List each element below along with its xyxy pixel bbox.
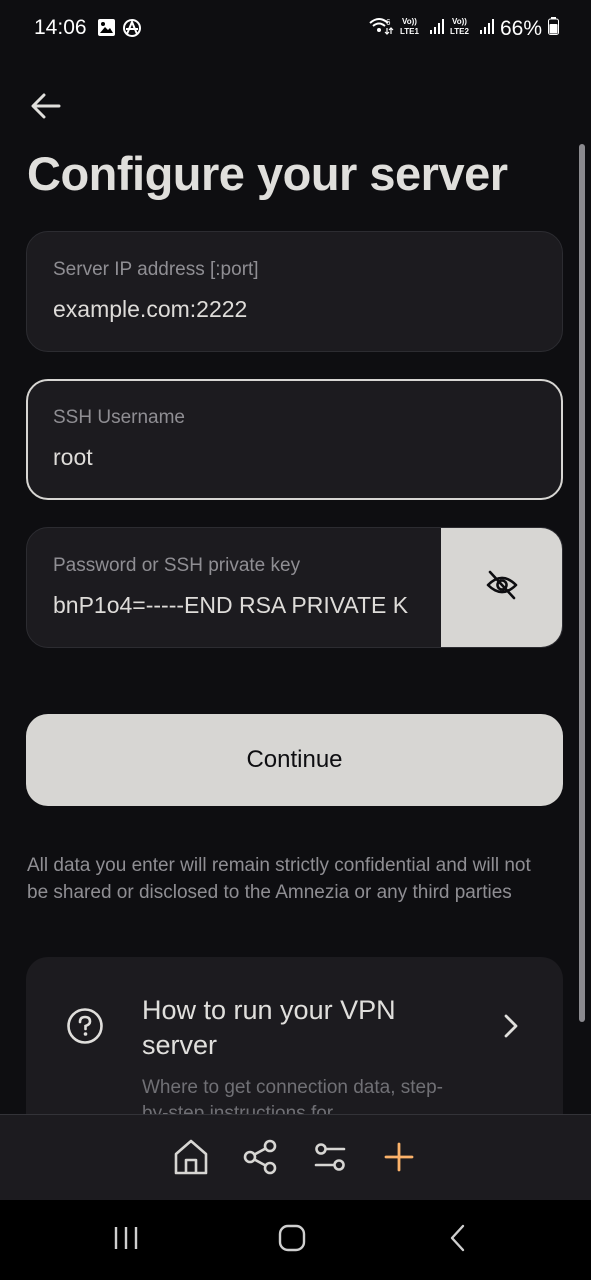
ssh-username-field[interactable]: SSH Username root	[26, 379, 563, 500]
tab-share[interactable]	[240, 1139, 280, 1179]
svg-text:Vo)): Vo))	[402, 17, 417, 26]
back-nav-button[interactable]	[438, 1224, 478, 1256]
home-pill-icon	[278, 1224, 306, 1257]
gallery-icon	[97, 18, 116, 43]
home-icon	[172, 1138, 210, 1181]
password-label: Password or SSH private key	[53, 555, 301, 576]
question-circle-icon	[66, 1007, 104, 1050]
home-nav-button[interactable]	[272, 1224, 312, 1256]
privacy-disclaimer: All data you enter will remain strictly …	[27, 855, 531, 903]
scrollbar[interactable]	[579, 144, 585, 1022]
volte-lte2-icon: Vo)) LTE2	[450, 15, 474, 42]
ssh-username-label: SSH Username	[53, 407, 185, 428]
tab-home[interactable]	[171, 1139, 211, 1179]
vpn-app-icon	[122, 18, 142, 43]
ssh-username-input[interactable]: root	[53, 444, 533, 471]
battery-icon	[548, 17, 559, 40]
volte-lte1-icon: Vo)) LTE1	[400, 15, 424, 42]
svg-text:Vo)): Vo))	[452, 17, 467, 26]
svg-text:LTE2: LTE2	[450, 27, 470, 36]
system-nav-bar	[0, 1200, 591, 1280]
battery-percent: 66%	[499, 16, 542, 40]
status-time: 14:06	[34, 16, 87, 39]
password-field[interactable]: Password or SSH private key bnP1o4=-----…	[26, 527, 563, 648]
status-bar: 14:06 6 Vo)) LTE1 Vo)) LTE2 66%	[0, 0, 591, 58]
bottom-tab-bar	[0, 1114, 591, 1200]
share-icon	[241, 1138, 279, 1181]
svg-text:LTE1: LTE1	[400, 27, 420, 36]
tab-add-server[interactable]	[379, 1139, 419, 1179]
tab-settings[interactable]	[310, 1139, 350, 1179]
back-button[interactable]	[28, 90, 64, 126]
server-ip-input[interactable]: example.com:2222	[53, 296, 533, 323]
wifi-icon: 6	[368, 16, 394, 41]
signal-icon	[479, 17, 494, 40]
plus-icon	[383, 1141, 415, 1178]
server-ip-label: Server IP address [:port]	[53, 259, 259, 280]
server-ip-field[interactable]: Server IP address [:port] example.com:22…	[26, 231, 563, 352]
help-card-title: How to run your VPN server	[142, 995, 396, 1060]
signal-icon	[429, 17, 444, 40]
recent-apps-icon	[112, 1225, 140, 1256]
arrow-left-icon	[31, 93, 61, 124]
back-chevron-icon	[449, 1224, 467, 1257]
recent-apps-button[interactable]	[106, 1224, 146, 1256]
continue-button[interactable]: Continue	[26, 714, 563, 806]
password-input[interactable]: bnP1o4=-----END RSA PRIVATE K	[53, 592, 443, 619]
svg-text:6: 6	[386, 18, 391, 27]
chevron-right-icon	[503, 1013, 519, 1044]
settings-sliders-icon	[312, 1139, 348, 1180]
eye-off-icon	[485, 569, 519, 606]
reveal-password-button[interactable]	[441, 528, 562, 647]
page-title: Configure your server	[27, 147, 508, 200]
